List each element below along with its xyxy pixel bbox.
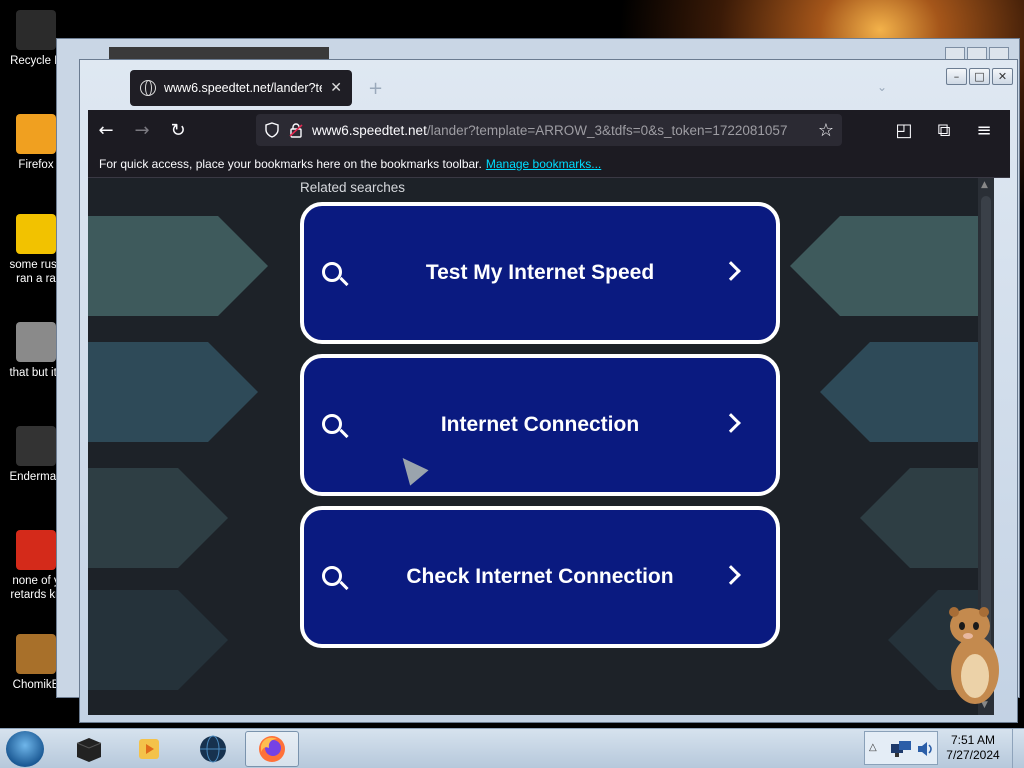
tab-close-icon[interactable]: ✕ <box>330 80 342 96</box>
start-button[interactable] <box>6 731 44 767</box>
clock[interactable]: 7:51 AM 7/27/2024 <box>940 733 1006 763</box>
scroll-up-icon[interactable]: ▲ <box>981 180 988 190</box>
shield-icon[interactable] <box>264 122 280 138</box>
network-icon[interactable] <box>889 738 913 760</box>
desktop-icon-image <box>16 530 56 570</box>
search-icon <box>322 566 342 586</box>
pocket-icon[interactable]: ◰ <box>886 112 922 148</box>
search-icon <box>322 262 342 282</box>
toolbar-right: ◰ ⧉ ≡ <box>886 112 1002 148</box>
result-button-1[interactable]: Test My Internet Speed <box>300 202 780 344</box>
desktop-icon-image <box>16 634 56 674</box>
tray-arrow-icon[interactable]: △ <box>869 742 877 753</box>
hamster-sticker <box>949 607 999 704</box>
desktop-icon-image <box>16 322 56 362</box>
background-chevron <box>88 590 228 690</box>
background-chevron <box>88 216 268 316</box>
globe-icon <box>200 735 226 763</box>
result-label: Test My Internet Speed <box>425 261 655 284</box>
background-chevron <box>88 342 258 442</box>
clock-date: 7/27/2024 <box>946 748 1000 762</box>
reload-button[interactable]: ↻ <box>160 112 196 148</box>
list-tabs-chevron-icon[interactable]: ⌄ <box>877 80 887 94</box>
tab-bar: www6.speedtet.net/lander?template ✕ + ⌄ … <box>80 60 1017 110</box>
clock-time: 7:51 AM <box>950 733 996 747</box>
taskbar-item-firefox[interactable] <box>245 731 299 767</box>
window-controls: – □ ✕ <box>946 68 1013 85</box>
media-player-icon <box>139 739 159 759</box>
background-chevron <box>88 468 228 568</box>
volume-icon[interactable] <box>915 739 935 759</box>
firefox-window[interactable]: www6.speedtet.net/lander?template ✕ + ⌄ … <box>79 59 1018 723</box>
browser-tab[interactable]: www6.speedtet.net/lander?template ✕ <box>130 70 352 106</box>
desktop-icon-image <box>16 426 56 466</box>
globe-icon <box>140 80 156 96</box>
background-chevron <box>790 216 990 316</box>
desktop-icon-image <box>16 114 56 154</box>
menu-icon[interactable]: ≡ <box>966 112 1002 148</box>
chevron-right-icon <box>721 413 741 433</box>
forward-button[interactable]: → <box>124 112 160 148</box>
address-bar[interactable]: www6.speedtet.net/lander?template=ARROW_… <box>256 114 842 146</box>
firefox-icon <box>259 736 285 762</box>
url-text[interactable]: www6.speedtet.net/lander?template=ARROW_… <box>312 123 810 138</box>
search-icon <box>322 414 342 434</box>
system-tray[interactable]: △ <box>864 731 938 765</box>
close-button[interactable]: ✕ <box>992 68 1013 85</box>
minimize-button[interactable]: – <box>946 68 967 85</box>
background-chevron <box>860 468 994 568</box>
result-button-3[interactable]: Check Internet Connection <box>300 506 780 648</box>
taskbar: △ 7:51 AM 7/27/2024 <box>0 728 1024 768</box>
maximize-button[interactable]: □ <box>969 68 990 85</box>
chevron-right-icon <box>721 565 741 585</box>
lock-insecure-icon[interactable] <box>288 122 304 138</box>
page-content: Related searches Test My Internet Speed … <box>88 178 994 715</box>
related-searches-heading: Related searches <box>300 180 406 195</box>
taskbar-item-media-player[interactable] <box>122 731 176 767</box>
manage-bookmarks-link[interactable]: Manage bookmarks... <box>486 157 601 171</box>
extensions-icon[interactable]: ⧉ <box>926 112 962 148</box>
result-button-2[interactable]: Internet Connection <box>300 354 780 496</box>
new-tab-button[interactable]: + <box>368 78 383 99</box>
bookmark-star-icon[interactable]: ☆ <box>818 120 834 141</box>
show-desktop-button[interactable] <box>1012 729 1024 768</box>
desktop-icon-image <box>16 214 56 254</box>
navigation-toolbar: ← → ↻ www6.speedtet.net/lander?template=… <box>88 110 1010 150</box>
taskbar-item-app-box[interactable] <box>62 731 116 767</box>
tab-title: www6.speedtet.net/lander?template <box>164 81 322 95</box>
chevron-right-icon <box>721 261 741 281</box>
bookmarks-message: For quick access, place your bookmarks h… <box>99 156 482 171</box>
desktop-icon-image <box>16 10 56 50</box>
result-label: Internet Connection <box>440 413 640 436</box>
bookmarks-toolbar: For quick access, place your bookmarks h… <box>88 150 1010 178</box>
url-path: /lander?template=ARROW_3&tdfs=0&s_token=… <box>426 122 788 138</box>
back-button[interactable]: ← <box>88 112 124 148</box>
url-domain: www6.speedtet.net <box>312 122 427 138</box>
result-label: Check Internet Connection <box>406 565 674 588</box>
black-box-icon <box>76 738 102 762</box>
taskbar-item-globe[interactable] <box>186 731 240 767</box>
background-chevron <box>820 342 994 442</box>
